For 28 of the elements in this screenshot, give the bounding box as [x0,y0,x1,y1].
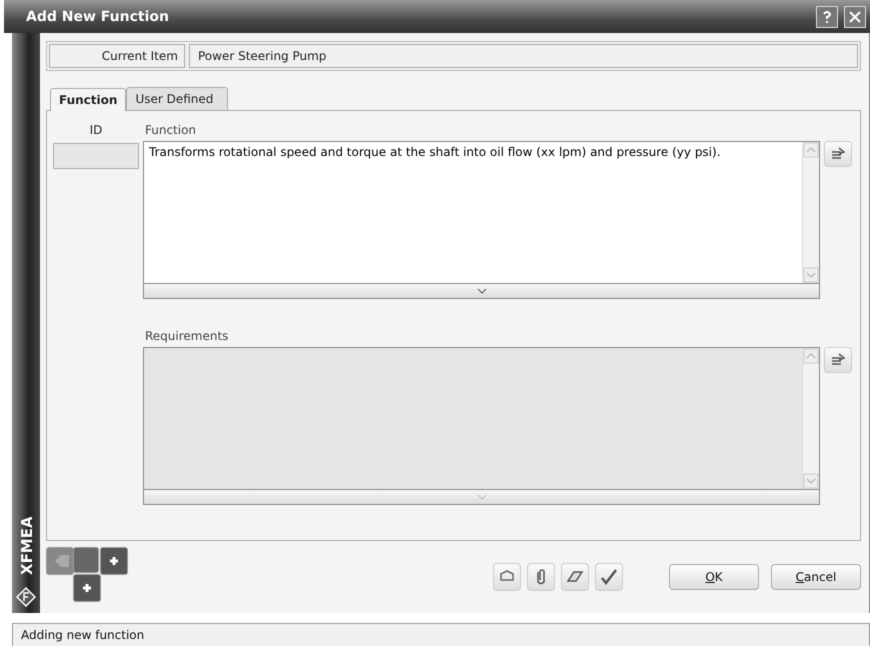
zoom-icon [830,352,846,368]
field-label: ID [90,123,102,137]
eraser-icon[interactable] [561,563,589,592]
expand-icon[interactable] [476,288,486,294]
field-text: Transforms rotational speed and torque at the shaft into oil flow (xx lpm) and pressure (yy psi). [149,145,721,159]
current-item-field: Power Steering Pump [189,44,858,68]
zoom-button[interactable] [824,141,852,167]
id-field[interactable] [53,143,139,169]
zoom-button[interactable] [824,347,852,373]
text-area[interactable]: Transforms rotational speed and torque at the shaft into oil flow (xx lpm) and pressure (yy psi). [143,141,820,299]
tab[interactable]: User Defined [126,87,228,110]
paperclip-icon[interactable] [527,563,555,592]
window-title: Add New Function [26,8,170,24]
close-icon[interactable] [844,6,866,28]
tab[interactable]: Function [50,88,126,111]
add-down-icon[interactable] [73,574,101,602]
add-right-icon[interactable] [100,547,128,576]
field-label: Function [144,123,198,137]
status-bar: Adding new function [12,623,870,646]
spell-check-icon[interactable] [595,563,623,592]
logo-icon [16,587,36,607]
field-label: Requirements [144,329,230,343]
help-icon[interactable] [816,6,838,28]
square-icon[interactable] [73,547,99,574]
field-label: Current Item [49,44,185,68]
ok-button[interactable]: OK [669,564,759,590]
zoom-icon [830,146,846,162]
cancel-button[interactable]: Cancel [771,564,861,590]
